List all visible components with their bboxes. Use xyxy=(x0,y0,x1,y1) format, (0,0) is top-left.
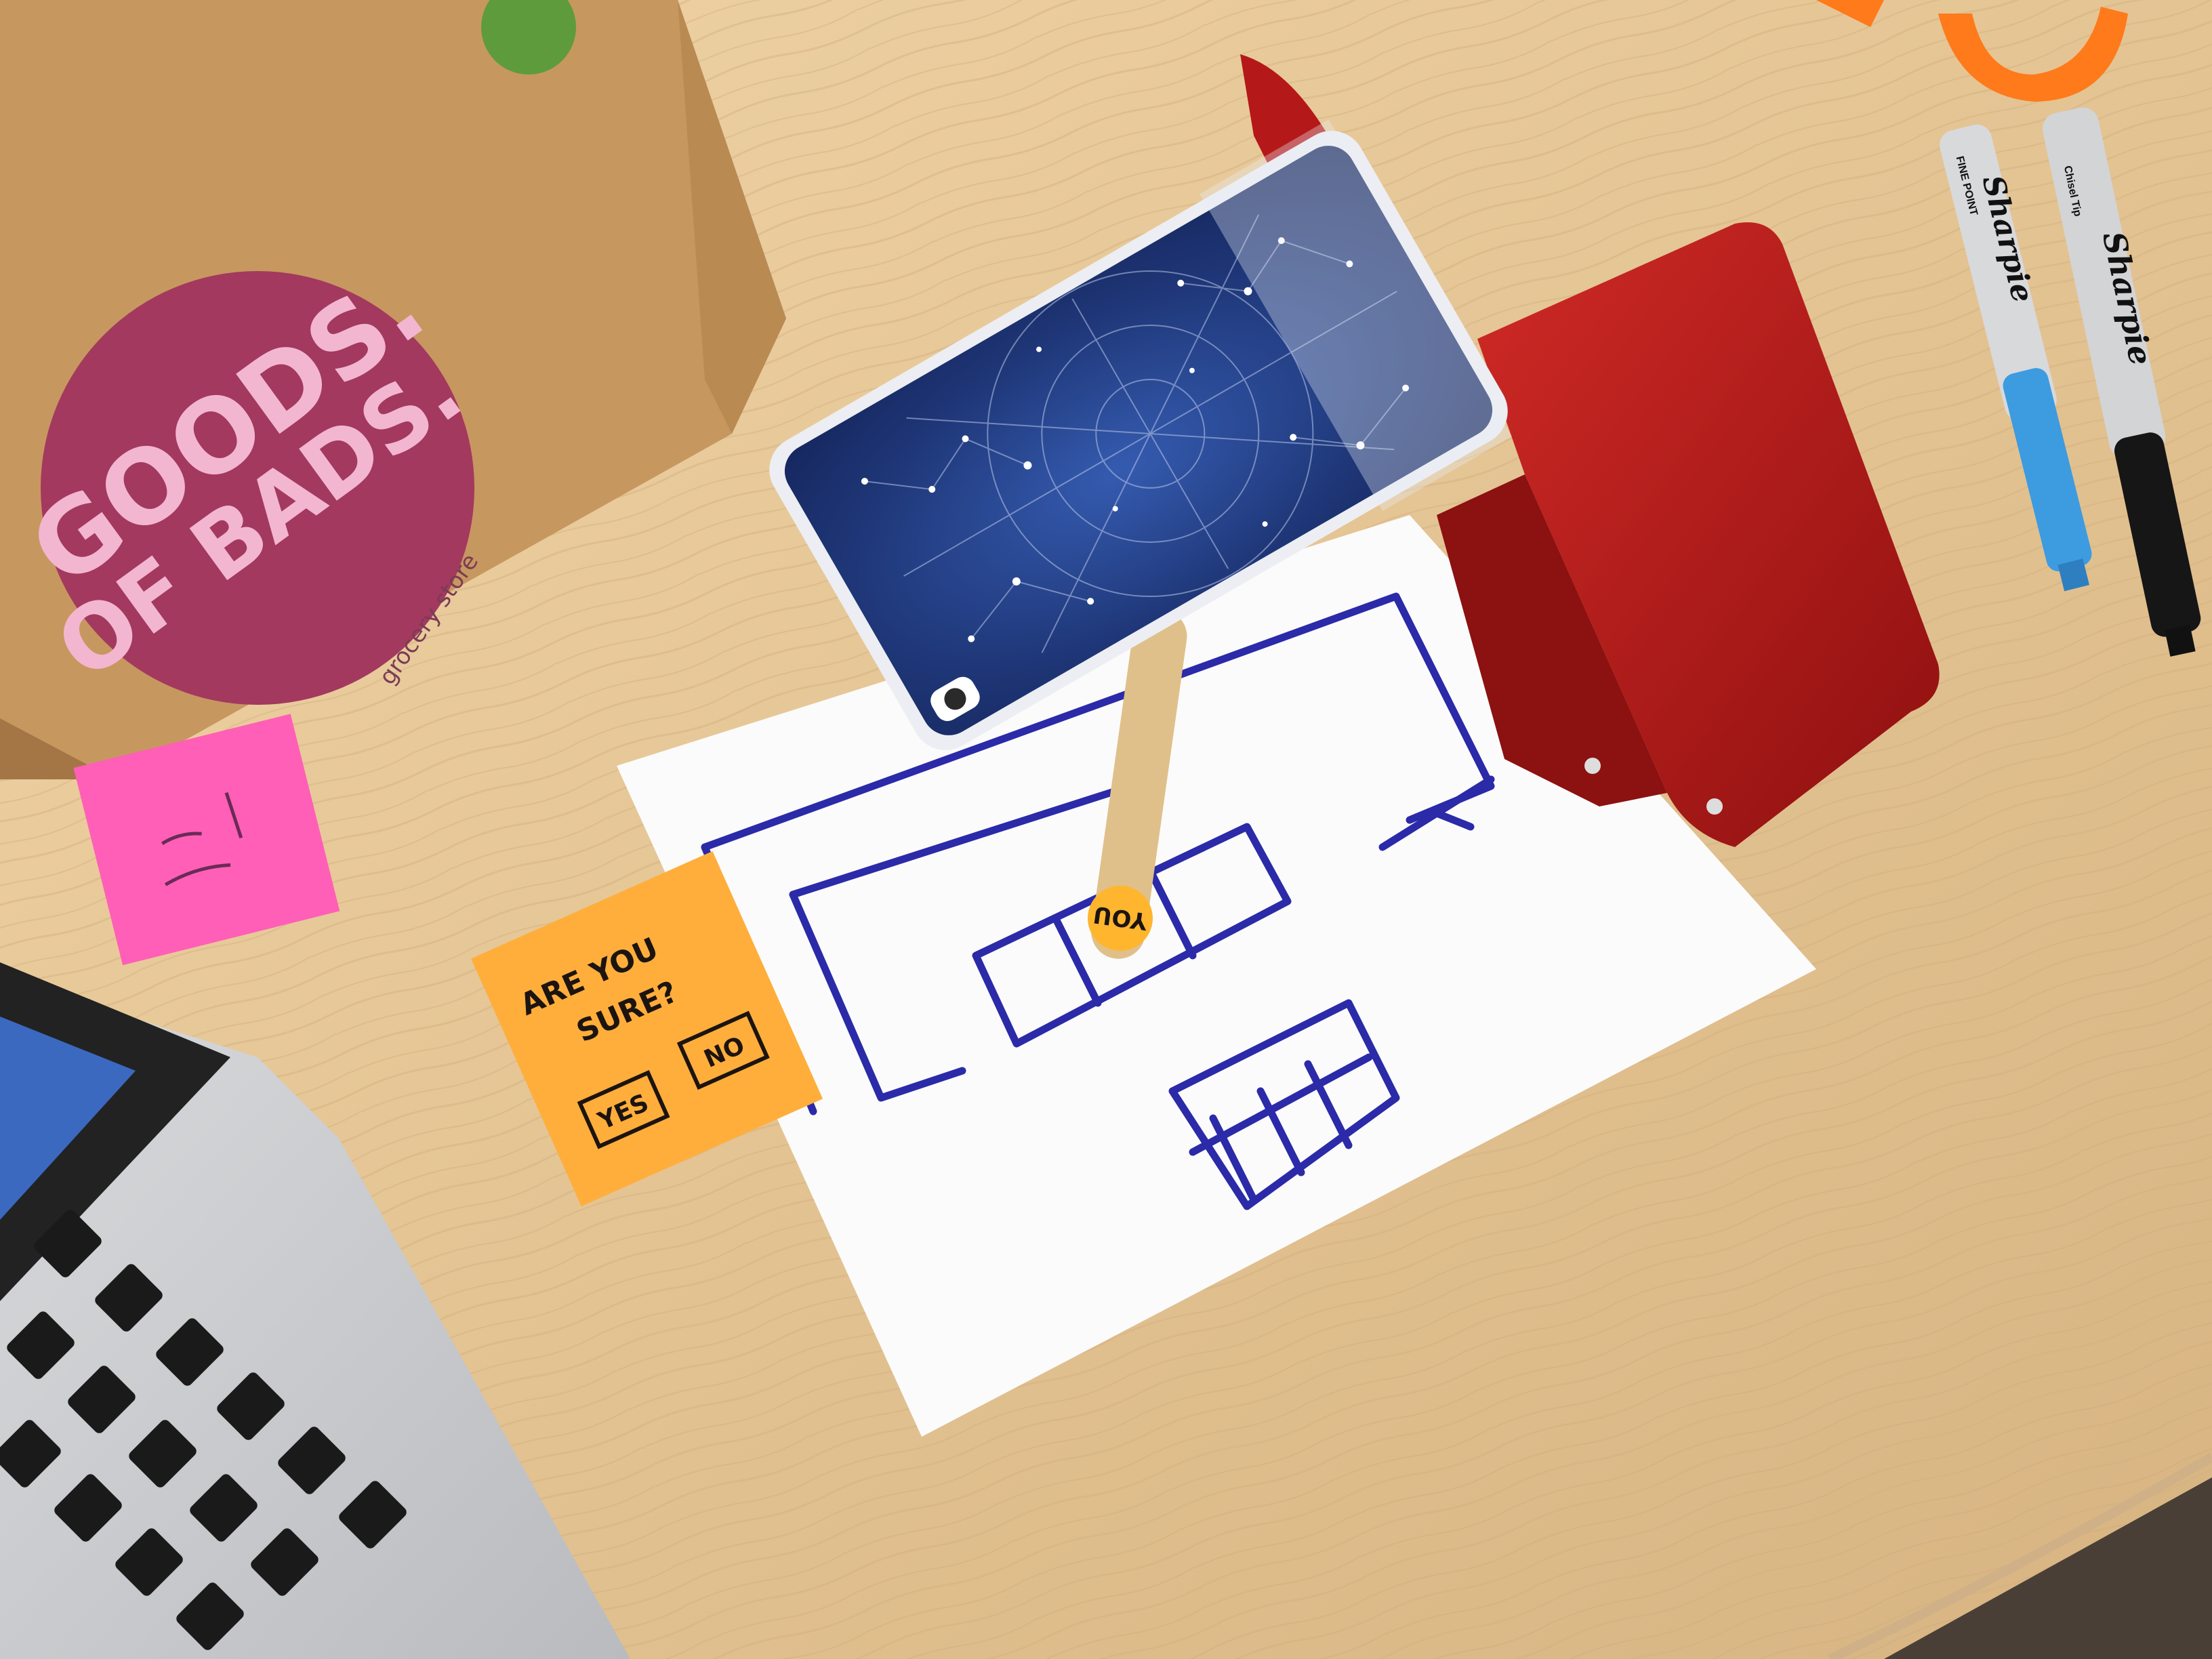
desk-scene: GOODS. OF BADS. grocery store YOU ARE YO… xyxy=(0,0,2212,1659)
